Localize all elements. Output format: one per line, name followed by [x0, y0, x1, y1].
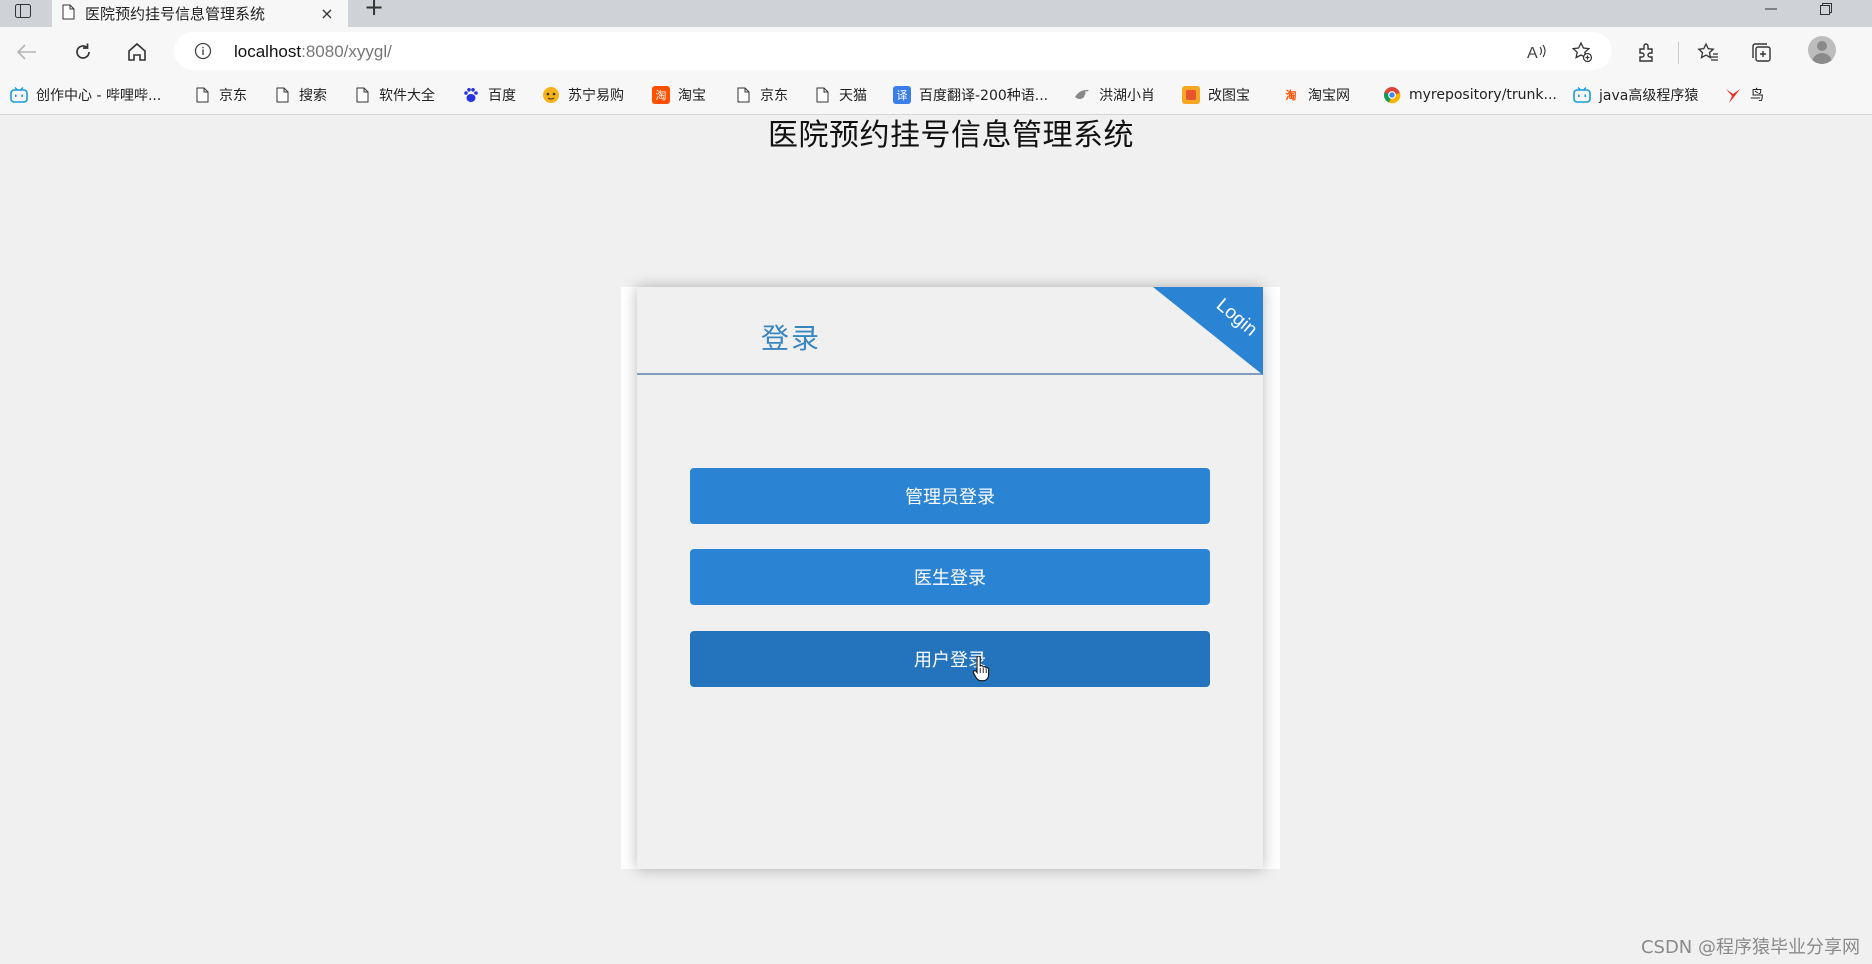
suning-icon: [542, 86, 560, 104]
bookmark-item[interactable]: 京东: [193, 84, 247, 106]
bookmark-label: 苏宁易购: [568, 88, 624, 104]
bookmark-label: 百度翻译-200种语...: [919, 88, 1049, 104]
bookmark-label: 京东: [219, 88, 247, 104]
page-icon: [353, 86, 371, 104]
bookmark-label: 改图宝: [1208, 88, 1250, 104]
watermark: CSDN @程序猿毕业分享网: [1640, 937, 1860, 958]
bookmark-item[interactable]: java高级程序猿: [1573, 84, 1698, 106]
address-bar[interactable]: localhost:8080/xyygl/ A: [174, 32, 1612, 70]
login-heading: 登录: [761, 322, 822, 355]
login-card-header: 登录 Login: [637, 287, 1263, 375]
bookmark-item[interactable]: 淘 淘宝: [652, 84, 706, 106]
tab-title: 医院预约挂号信息管理系统: [85, 5, 266, 23]
baidu-icon: [462, 86, 480, 104]
bookmark-item[interactable]: 淘 淘宝网: [1282, 84, 1351, 106]
favorites-icon[interactable]: [1696, 41, 1720, 65]
bookmark-item[interactable]: 搜索: [273, 84, 327, 106]
bookmark-label: 天猫: [839, 88, 867, 104]
url-path: :8080/xyygl/: [301, 42, 392, 61]
page-icon: [734, 86, 752, 104]
new-tab-button[interactable]: +: [362, 0, 386, 22]
translate-icon: 译: [893, 86, 911, 104]
avatar-head: [1817, 41, 1827, 51]
toolbar-divider: [1678, 42, 1679, 64]
bookmark-item[interactable]: 洪湖小肖: [1073, 84, 1155, 106]
back-arrow-icon[interactable]: [12, 37, 42, 67]
bookmark-label: 淘宝: [678, 88, 706, 104]
svg-text:A: A: [1527, 45, 1538, 61]
bookmark-label: 京东: [760, 88, 788, 104]
bird-red-icon: [1724, 86, 1742, 104]
bookmark-item[interactable]: 天猫: [813, 84, 867, 106]
active-tab[interactable]: 医院预约挂号信息管理系统 ×: [52, 0, 348, 27]
admin-login-button[interactable]: 管理员登录: [690, 468, 1210, 524]
hand-cursor-icon: [972, 656, 990, 682]
page-icon: [273, 86, 291, 104]
bookmark-item[interactable]: 苏宁易购: [542, 84, 624, 106]
avatar-body: [1812, 53, 1832, 64]
bookmark-label: 搜索: [299, 88, 327, 104]
page-title: 医院预约挂号信息管理系统: [768, 118, 1134, 153]
minimize-icon[interactable]: [1760, 0, 1782, 18]
taobao-icon: 淘: [1285, 89, 1297, 102]
home-icon[interactable]: [122, 37, 152, 67]
profile-avatar[interactable]: [1808, 36, 1836, 64]
bookmark-label: 淘宝网: [1308, 88, 1350, 104]
login-card: 登录 Login 管理员登录 医生登录 用户登录: [637, 287, 1263, 869]
doctor-login-button[interactable]: 医生登录: [690, 549, 1210, 605]
restore-icon[interactable]: [1815, 0, 1837, 18]
url-text[interactable]: localhost:8080/xyygl/: [234, 42, 392, 62]
read-aloud-icon[interactable]: A: [1526, 41, 1548, 63]
refresh-icon[interactable]: [68, 37, 98, 67]
bird-icon: [1073, 86, 1091, 104]
chrome-icon: [1383, 86, 1401, 104]
bookmark-item[interactable]: 京东: [734, 84, 788, 106]
bookmark-item[interactable]: 创作中心 - 哔哩哔...: [10, 84, 161, 106]
tab-strip: 医院预约挂号信息管理系统 × +: [0, 0, 1872, 27]
favorite-add-icon[interactable]: [1571, 41, 1593, 63]
page-icon: [813, 86, 831, 104]
bookmark-item[interactable]: 软件大全: [353, 84, 435, 106]
bookmark-item[interactable]: 改图宝: [1182, 84, 1250, 106]
extensions-icon[interactable]: [1635, 41, 1659, 65]
bookmark-item[interactable]: 百度: [462, 84, 516, 106]
info-icon[interactable]: [194, 42, 212, 64]
user-login-button[interactable]: 用户登录: [690, 631, 1210, 687]
bookmark-label: java高级程序猿: [1599, 88, 1699, 104]
bookmark-item[interactable]: 鸟: [1724, 84, 1764, 106]
browser-toolbar: localhost:8080/xyygl/ A: [0, 27, 1872, 75]
bookmark-item[interactable]: myrepository/trunk...: [1383, 84, 1557, 106]
collections-icon[interactable]: [1750, 41, 1774, 65]
bookmark-label: 创作中心 - 哔哩哔...: [36, 88, 162, 104]
gaitubao-icon: [1182, 86, 1200, 104]
bookmark-label: 鸟: [1750, 88, 1764, 104]
bilibili-icon: [10, 86, 28, 104]
bookmark-label: myrepository/trunk...: [1409, 87, 1557, 103]
url-host: localhost: [234, 42, 302, 61]
bookmark-label: 百度: [488, 88, 516, 104]
bilibili-icon: [1573, 86, 1591, 104]
tab-close-button[interactable]: ×: [316, 3, 338, 25]
bookmark-label: 洪湖小肖: [1099, 88, 1155, 104]
bookmarks-bar: 创作中心 - 哔哩哔... 京东 搜索 软件大全 百度 苏宁易购 淘 淘宝 京东…: [0, 75, 1872, 115]
bookmark-label: 软件大全: [379, 88, 435, 104]
page-icon: [62, 4, 75, 24]
taobao-icon: 淘: [652, 86, 670, 104]
bookmark-item[interactable]: 译 百度翻译-200种语...: [893, 84, 1048, 106]
sidebar-toggle-icon[interactable]: [12, 0, 34, 22]
page-icon: [193, 86, 211, 104]
